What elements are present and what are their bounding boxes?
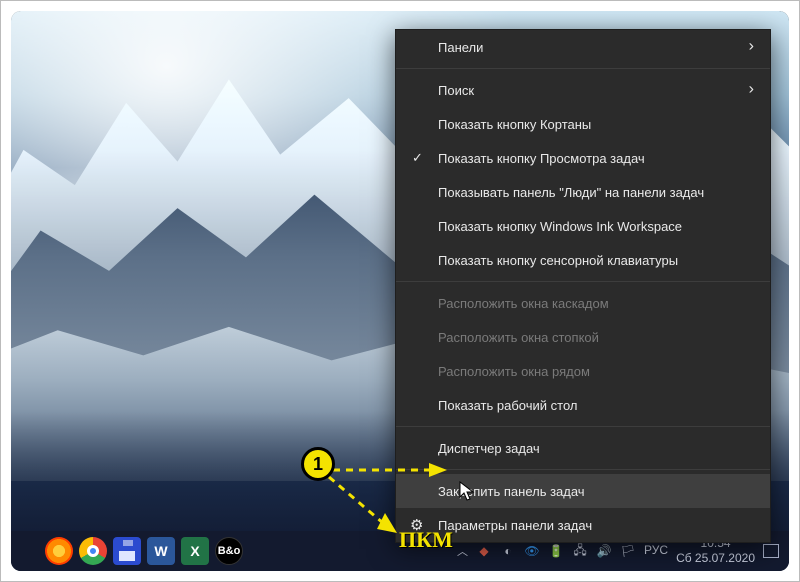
tray-volume-icon[interactable]: 🔊 [596, 543, 612, 559]
menu-task-manager-label: Диспетчер задач [438, 441, 540, 456]
taskbar-left: W X B&o [11, 537, 243, 565]
tray-network-icon[interactable]: 🖧 [572, 543, 588, 559]
tray-notifications-icon[interactable] [763, 543, 779, 559]
taskbar-excel-icon[interactable]: X [181, 537, 209, 565]
tray-flag-icon[interactable]: 🏳 [620, 543, 636, 559]
menu-sidebyside-label: Расположить окна рядом [438, 364, 590, 379]
menu-taskview[interactable]: Показать кнопку Просмотра задач [396, 141, 770, 175]
menu-touch-keyboard-label: Показать кнопку сенсорной клавиатуры [438, 253, 678, 268]
menu-cortana-label: Показать кнопку Кортаны [438, 117, 591, 132]
menu-cascade: Расположить окна каскадом [396, 286, 770, 320]
menu-separator [396, 68, 770, 69]
menu-taskview-label: Показать кнопку Просмотра задач [438, 151, 645, 166]
menu-toolbars-label: Панели [438, 40, 483, 55]
menu-separator [396, 426, 770, 427]
menu-search[interactable]: Поиск [396, 73, 770, 107]
menu-separator [396, 281, 770, 282]
menu-stack: Расположить окна стопкой [396, 320, 770, 354]
annotation-badge-1: 1 [301, 447, 335, 481]
menu-taskbar-settings-label: Параметры панели задач [438, 518, 592, 533]
tray-app-red-icon[interactable]: ◆ [476, 543, 492, 559]
annotation-number: 1 [313, 454, 323, 475]
tray-date: Сб 25.07.2020 [676, 552, 755, 565]
menu-separator [396, 469, 770, 470]
menu-show-desktop[interactable]: Показать рабочий стол [396, 388, 770, 422]
menu-people-label: Показывать панель "Люди" на панели задач [438, 185, 704, 200]
tray-overflow-chevron-icon[interactable]: ︿ [457, 543, 468, 559]
tray-eye-icon[interactable]: 👁 [524, 543, 540, 559]
menu-task-manager[interactable]: Диспетчер задач [396, 431, 770, 465]
menu-cascade-label: Расположить окна каскадом [438, 296, 609, 311]
menu-lock-taskbar-label: Закрепить панель задач [438, 484, 585, 499]
menu-lock-taskbar[interactable]: Закрепить панель задач [396, 474, 770, 508]
menu-show-desktop-label: Показать рабочий стол [438, 398, 577, 413]
menu-ink[interactable]: Показать кнопку Windows Ink Workspace [396, 209, 770, 243]
tray-language[interactable]: РУС [644, 544, 668, 557]
screenshot-frame: Панели Поиск Показать кнопку Кортаны Пок… [11, 11, 789, 571]
taskbar-chrome-icon[interactable] [79, 537, 107, 565]
taskbar-bo-icon[interactable]: B&o [215, 537, 243, 565]
annotation-label-pkm: ПКМ [399, 527, 453, 553]
menu-cortana[interactable]: Показать кнопку Кортаны [396, 107, 770, 141]
taskbar-word-icon[interactable]: W [147, 537, 175, 565]
menu-search-label: Поиск [438, 83, 474, 98]
menu-ink-label: Показать кнопку Windows Ink Workspace [438, 219, 682, 234]
annotation-arrow-to-taskbar [323, 471, 403, 541]
taskbar-firefox-icon[interactable] [45, 537, 73, 565]
menu-sidebyside: Расположить окна рядом [396, 354, 770, 388]
menu-toolbars[interactable]: Панели [396, 30, 770, 64]
menu-touch-keyboard[interactable]: Показать кнопку сенсорной клавиатуры [396, 243, 770, 277]
tray-battery-icon[interactable]: 🔋 [548, 543, 564, 559]
menu-stack-label: Расположить окна стопкой [438, 330, 599, 345]
tray-app-white-icon[interactable]: ◐ [500, 543, 516, 559]
taskbar-context-menu: Панели Поиск Показать кнопку Кортаны Пок… [395, 29, 771, 543]
taskbar-save-icon[interactable] [113, 537, 141, 565]
menu-people[interactable]: Показывать панель "Люди" на панели задач [396, 175, 770, 209]
